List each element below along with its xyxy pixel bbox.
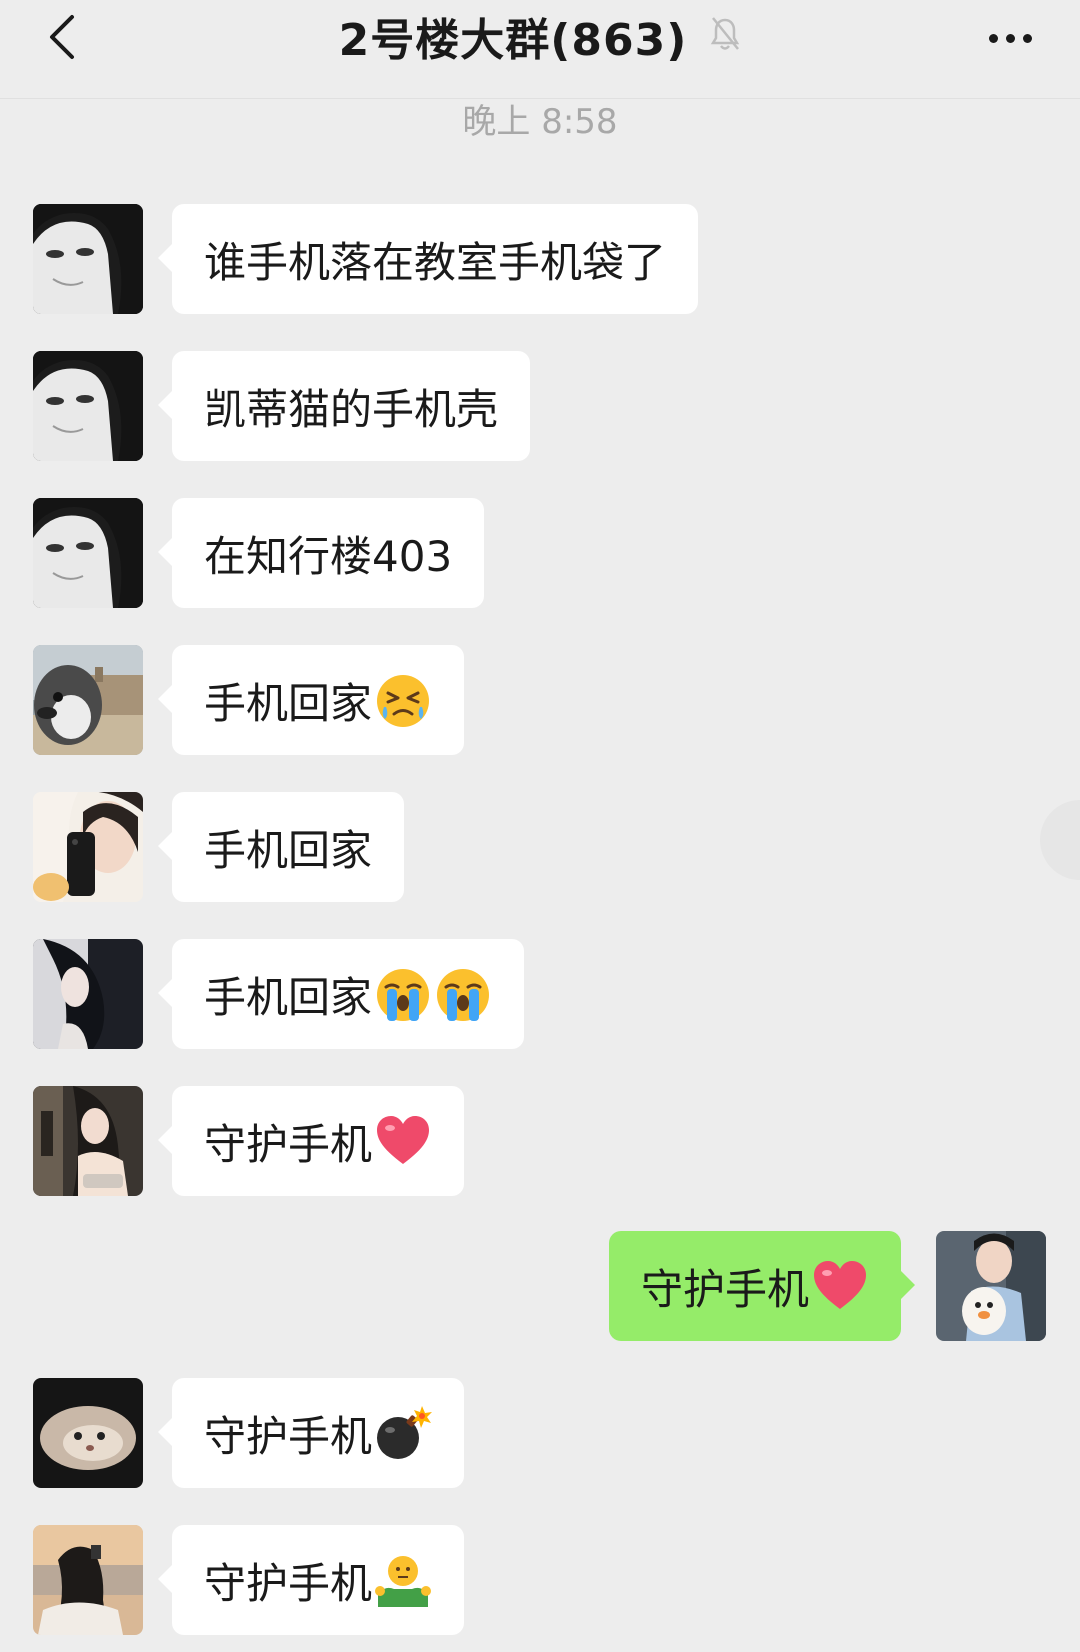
loudly-crying-emoji <box>374 965 432 1023</box>
title-area: 2号楼大群(863) <box>0 8 1080 66</box>
ellipsis-icon-dot <box>988 33 998 43</box>
avatar[interactable] <box>33 498 143 608</box>
message-row: 在知行楼403 <box>0 498 1080 608</box>
message-row: 谁手机落在教室手机袋了 <box>0 204 1080 314</box>
message-row: 守护手机 <box>0 1086 1080 1196</box>
red-heart-emoji <box>811 1257 869 1315</box>
avatar[interactable] <box>33 1086 143 1196</box>
chat-bubble[interactable]: 守护手机 <box>609 1231 916 1341</box>
message-text: 守护手机 <box>641 1264 810 1314</box>
message-row: 手机回家 <box>0 792 1080 902</box>
avatar[interactable] <box>33 792 143 902</box>
message-text: 手机回家 <box>204 825 373 875</box>
chat-bubble[interactable]: 在知行楼403 <box>157 498 485 608</box>
message-timestamp: 晚上 8:58 <box>462 102 618 142</box>
ellipsis-icon-dot <box>1022 33 1032 43</box>
message-text: 守护手机 <box>204 1119 373 1169</box>
loudly-crying-emoji <box>434 965 492 1023</box>
message-text: 谁手机落在教室手机袋了 <box>204 237 667 287</box>
avatar[interactable] <box>33 204 143 314</box>
avatar[interactable] <box>33 939 143 1049</box>
message-row: 守护手机 <box>0 1231 1080 1341</box>
message-row: 手机回家 <box>0 939 1080 1049</box>
chat-bubble[interactable]: 手机回家 <box>157 792 405 902</box>
group-title: 2号楼大群(863) <box>338 15 688 66</box>
message-row: 手机回家 <box>0 645 1080 755</box>
message-text: 凯蒂猫的手机壳 <box>204 384 499 434</box>
chat-bubble[interactable]: 手机回家 <box>157 939 525 1049</box>
more-button[interactable] <box>980 18 1040 58</box>
avatar[interactable] <box>33 1525 143 1635</box>
red-heart-emoji <box>374 1112 432 1170</box>
bell-slash-icon <box>709 16 741 56</box>
bomb-emoji <box>374 1404 433 1462</box>
chat-header: 2号楼大群(863) <box>0 0 1080 99</box>
message-text: 手机回家 <box>204 972 373 1022</box>
avatar[interactable] <box>33 351 143 461</box>
message-row: 凯蒂猫的手机壳 <box>0 351 1080 461</box>
chat-bubble[interactable]: 守护手机 <box>157 1378 465 1488</box>
message-text: 在知行楼403 <box>204 531 453 581</box>
chat-bubble[interactable]: 谁手机落在教室手机袋了 <box>157 204 699 314</box>
chat-bubble[interactable]: 凯蒂猫的手机壳 <box>157 351 531 461</box>
message-text: 手机回家 <box>204 678 373 728</box>
avatar[interactable] <box>33 645 143 755</box>
chat-bubble[interactable]: 守护手机 <box>157 1086 465 1196</box>
chat-bubble[interactable]: 手机回家 <box>157 645 465 755</box>
message-text: 守护手机 <box>204 1558 373 1608</box>
message-row: 守护手机 <box>0 1378 1080 1488</box>
message-text: 守护手机 <box>204 1411 373 1461</box>
ellipsis-icon-dot <box>1005 33 1015 43</box>
avatar[interactable] <box>936 1231 1046 1341</box>
chat-bubble[interactable]: 守护手机 <box>157 1525 465 1635</box>
message-row: 守护手机 <box>0 1525 1080 1635</box>
angry-tears-emoji <box>374 671 432 729</box>
avatar[interactable] <box>33 1378 143 1488</box>
shrugging-emoji <box>374 1551 432 1609</box>
